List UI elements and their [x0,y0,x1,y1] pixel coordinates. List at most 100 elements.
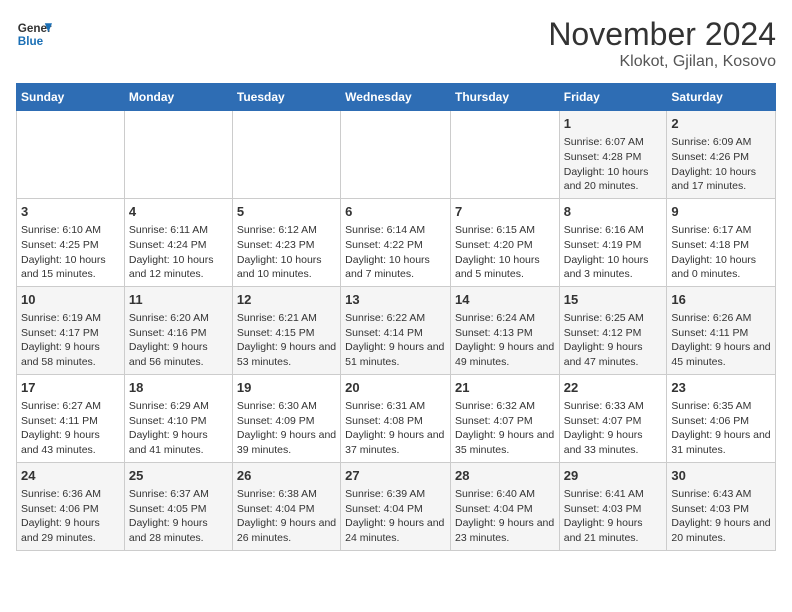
calendar-cell: 11Sunrise: 6:20 AMSunset: 4:16 PMDayligh… [124,286,232,374]
day-number: 1 [564,115,663,133]
calendar-week-row: 3Sunrise: 6:10 AMSunset: 4:25 PMDaylight… [17,198,776,286]
cell-content: Sunrise: 6:21 AM [237,311,336,326]
weekday-header-sunday: Sunday [17,84,125,111]
day-number: 25 [129,467,228,485]
calendar-cell: 7Sunrise: 6:15 AMSunset: 4:20 PMDaylight… [450,198,559,286]
weekday-header-wednesday: Wednesday [341,84,451,111]
cell-content: Sunset: 4:22 PM [345,238,446,253]
cell-content: Sunset: 4:04 PM [455,502,555,517]
calendar-cell: 3Sunrise: 6:10 AMSunset: 4:25 PMDaylight… [17,198,125,286]
cell-content: Sunrise: 6:39 AM [345,487,446,502]
calendar-week-row: 17Sunrise: 6:27 AMSunset: 4:11 PMDayligh… [17,374,776,462]
cell-content: Sunrise: 6:30 AM [237,399,336,414]
month-title: November 2024 [548,16,776,53]
calendar-cell: 4Sunrise: 6:11 AMSunset: 4:24 PMDaylight… [124,198,232,286]
cell-content: Daylight: 9 hours and 47 minutes. [564,340,663,369]
day-number: 13 [345,291,446,309]
logo: General Blue [16,16,52,52]
calendar-cell: 2Sunrise: 6:09 AMSunset: 4:26 PMDaylight… [667,111,776,199]
cell-content: Daylight: 9 hours and 26 minutes. [237,516,336,545]
day-number: 15 [564,291,663,309]
cell-content: Daylight: 10 hours and 0 minutes. [671,253,771,282]
cell-content: Sunrise: 6:33 AM [564,399,663,414]
cell-content: Sunrise: 6:09 AM [671,135,771,150]
calendar-header-row: SundayMondayTuesdayWednesdayThursdayFrid… [17,84,776,111]
cell-content: Daylight: 9 hours and 24 minutes. [345,516,446,545]
calendar-cell: 27Sunrise: 6:39 AMSunset: 4:04 PMDayligh… [341,462,451,550]
weekday-header-saturday: Saturday [667,84,776,111]
calendar-cell: 28Sunrise: 6:40 AMSunset: 4:04 PMDayligh… [450,462,559,550]
cell-content: Sunrise: 6:24 AM [455,311,555,326]
cell-content: Sunrise: 6:38 AM [237,487,336,502]
calendar-cell: 12Sunrise: 6:21 AMSunset: 4:15 PMDayligh… [232,286,340,374]
logo-icon: General Blue [16,16,52,52]
day-number: 2 [671,115,771,133]
weekday-header-thursday: Thursday [450,84,559,111]
cell-content: Sunrise: 6:25 AM [564,311,663,326]
day-number: 24 [21,467,120,485]
calendar-body: 1Sunrise: 6:07 AMSunset: 4:28 PMDaylight… [17,111,776,551]
cell-content: Daylight: 10 hours and 12 minutes. [129,253,228,282]
cell-content: Sunrise: 6:40 AM [455,487,555,502]
cell-content: Sunset: 4:06 PM [21,502,120,517]
calendar-cell [232,111,340,199]
day-number: 20 [345,379,446,397]
cell-content: Daylight: 10 hours and 10 minutes. [237,253,336,282]
cell-content: Sunset: 4:26 PM [671,150,771,165]
day-number: 14 [455,291,555,309]
cell-content: Sunset: 4:14 PM [345,326,446,341]
calendar-cell: 1Sunrise: 6:07 AMSunset: 4:28 PMDaylight… [559,111,667,199]
calendar-cell: 16Sunrise: 6:26 AMSunset: 4:11 PMDayligh… [667,286,776,374]
calendar-cell: 20Sunrise: 6:31 AMSunset: 4:08 PMDayligh… [341,374,451,462]
cell-content: Sunrise: 6:36 AM [21,487,120,502]
cell-content: Sunset: 4:24 PM [129,238,228,253]
svg-text:Blue: Blue [18,35,44,48]
cell-content: Daylight: 9 hours and 43 minutes. [21,428,120,457]
cell-content: Sunset: 4:10 PM [129,414,228,429]
day-number: 7 [455,203,555,221]
calendar-cell: 10Sunrise: 6:19 AMSunset: 4:17 PMDayligh… [17,286,125,374]
calendar-cell: 30Sunrise: 6:43 AMSunset: 4:03 PMDayligh… [667,462,776,550]
weekday-header-friday: Friday [559,84,667,111]
calendar-cell [450,111,559,199]
cell-content: Sunset: 4:03 PM [671,502,771,517]
day-number: 6 [345,203,446,221]
calendar-cell: 5Sunrise: 6:12 AMSunset: 4:23 PMDaylight… [232,198,340,286]
calendar-cell: 6 Sunrise: 6:14 AMSunset: 4:22 PMDaylight… [341,198,451,286]
day-number: 4 [129,203,228,221]
cell-content: Sunset: 4:08 PM [345,414,446,429]
cell-content: Sunrise: 6:27 AM [21,399,120,414]
calendar-cell: 17Sunrise: 6:27 AMSunset: 4:11 PMDayligh… [17,374,125,462]
cell-content: Sunrise: 6:14 AM [345,223,446,238]
cell-content: Sunset: 4:25 PM [21,238,120,253]
cell-content: Sunset: 4:05 PM [129,502,228,517]
day-number: 3 [21,203,120,221]
calendar-cell [124,111,232,199]
cell-content: Daylight: 9 hours and 29 minutes. [21,516,120,545]
day-number: 30 [671,467,771,485]
cell-content: Daylight: 9 hours and 53 minutes. [237,340,336,369]
cell-content: Daylight: 10 hours and 7 minutes. [345,253,446,282]
cell-content: Daylight: 9 hours and 23 minutes. [455,516,555,545]
cell-content: Sunset: 4:04 PM [345,502,446,517]
cell-content: Sunrise: 6:29 AM [129,399,228,414]
calendar-cell: 14Sunrise: 6:24 AMSunset: 4:13 PMDayligh… [450,286,559,374]
cell-content: Daylight: 9 hours and 51 minutes. [345,340,446,369]
calendar-cell: 8Sunrise: 6:16 AMSunset: 4:19 PMDaylight… [559,198,667,286]
cell-content: Sunset: 4:07 PM [564,414,663,429]
cell-content: Sunrise: 6:20 AM [129,311,228,326]
cell-content: Sunrise: 6:35 AM [671,399,771,414]
cell-content: Sunset: 4:03 PM [564,502,663,517]
cell-content: Daylight: 10 hours and 15 minutes. [21,253,120,282]
day-number: 10 [21,291,120,309]
cell-content: Sunrise: 6:37 AM [129,487,228,502]
cell-content: Daylight: 10 hours and 5 minutes. [455,253,555,282]
calendar-cell: 29Sunrise: 6:41 AMSunset: 4:03 PMDayligh… [559,462,667,550]
cell-content: Daylight: 9 hours and 31 minutes. [671,428,771,457]
cell-content: Daylight: 9 hours and 20 minutes. [671,516,771,545]
day-number: 19 [237,379,336,397]
cell-content: Sunset: 4:12 PM [564,326,663,341]
cell-content: Daylight: 9 hours and 21 minutes. [564,516,663,545]
cell-content: Daylight: 10 hours and 3 minutes. [564,253,663,282]
page-header: General Blue November 2024 Klokot, Gjila… [16,16,776,71]
